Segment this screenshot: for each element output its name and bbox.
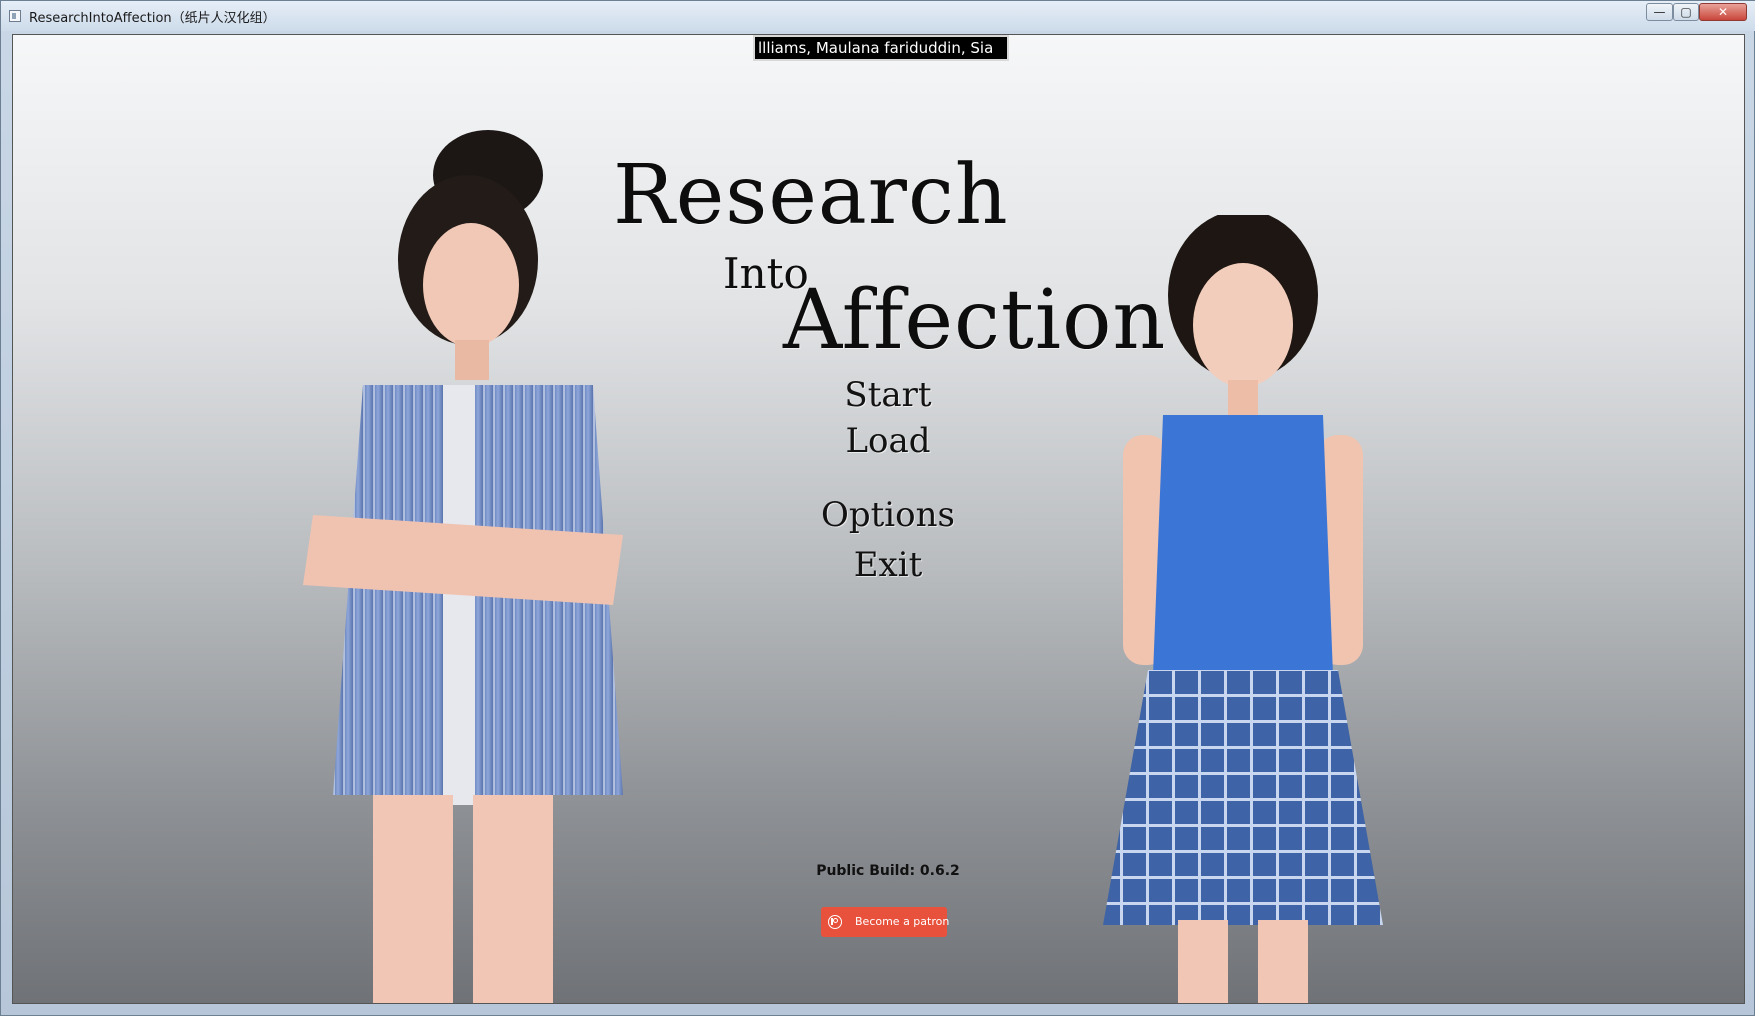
close-button[interactable]: ✕ bbox=[1699, 3, 1747, 21]
minimize-button[interactable]: — bbox=[1646, 3, 1673, 21]
maximize-button[interactable]: ▢ bbox=[1673, 3, 1699, 21]
logo-word-affection: Affection bbox=[783, 273, 1167, 368]
window-title: ResearchIntoAffection（纸片人汉化组） bbox=[29, 11, 276, 26]
game-window: ResearchIntoAffection（纸片人汉化组） — ▢ ✕ llli… bbox=[0, 0, 1755, 1016]
credits-ticker: llliams, Maulana fariduddin, Sia bbox=[753, 35, 1009, 61]
menu-exit-button[interactable]: Exit bbox=[773, 545, 1003, 585]
patreon-logo-icon bbox=[828, 915, 842, 929]
menu-start-button[interactable]: Start bbox=[773, 375, 1003, 415]
menu-load-button[interactable]: Load bbox=[773, 421, 1003, 461]
menu-options-button[interactable]: Options bbox=[773, 495, 1003, 535]
become-patron-button[interactable]: Become a patron bbox=[821, 907, 950, 937]
build-version-label: Public Build: 0.6.2 bbox=[816, 863, 960, 879]
app-window-icon bbox=[9, 10, 21, 22]
window-titlebar[interactable]: ResearchIntoAffection（纸片人汉化组） — ▢ ✕ bbox=[1, 1, 1755, 31]
logo-word-research: Research bbox=[613, 148, 1009, 243]
game-canvas: llliams, Maulana fariduddin, Sia Researc… bbox=[12, 34, 1745, 1004]
game-title-logo: Research Into Affection bbox=[603, 145, 1203, 395]
patron-button-label: Become a patron bbox=[855, 915, 950, 928]
